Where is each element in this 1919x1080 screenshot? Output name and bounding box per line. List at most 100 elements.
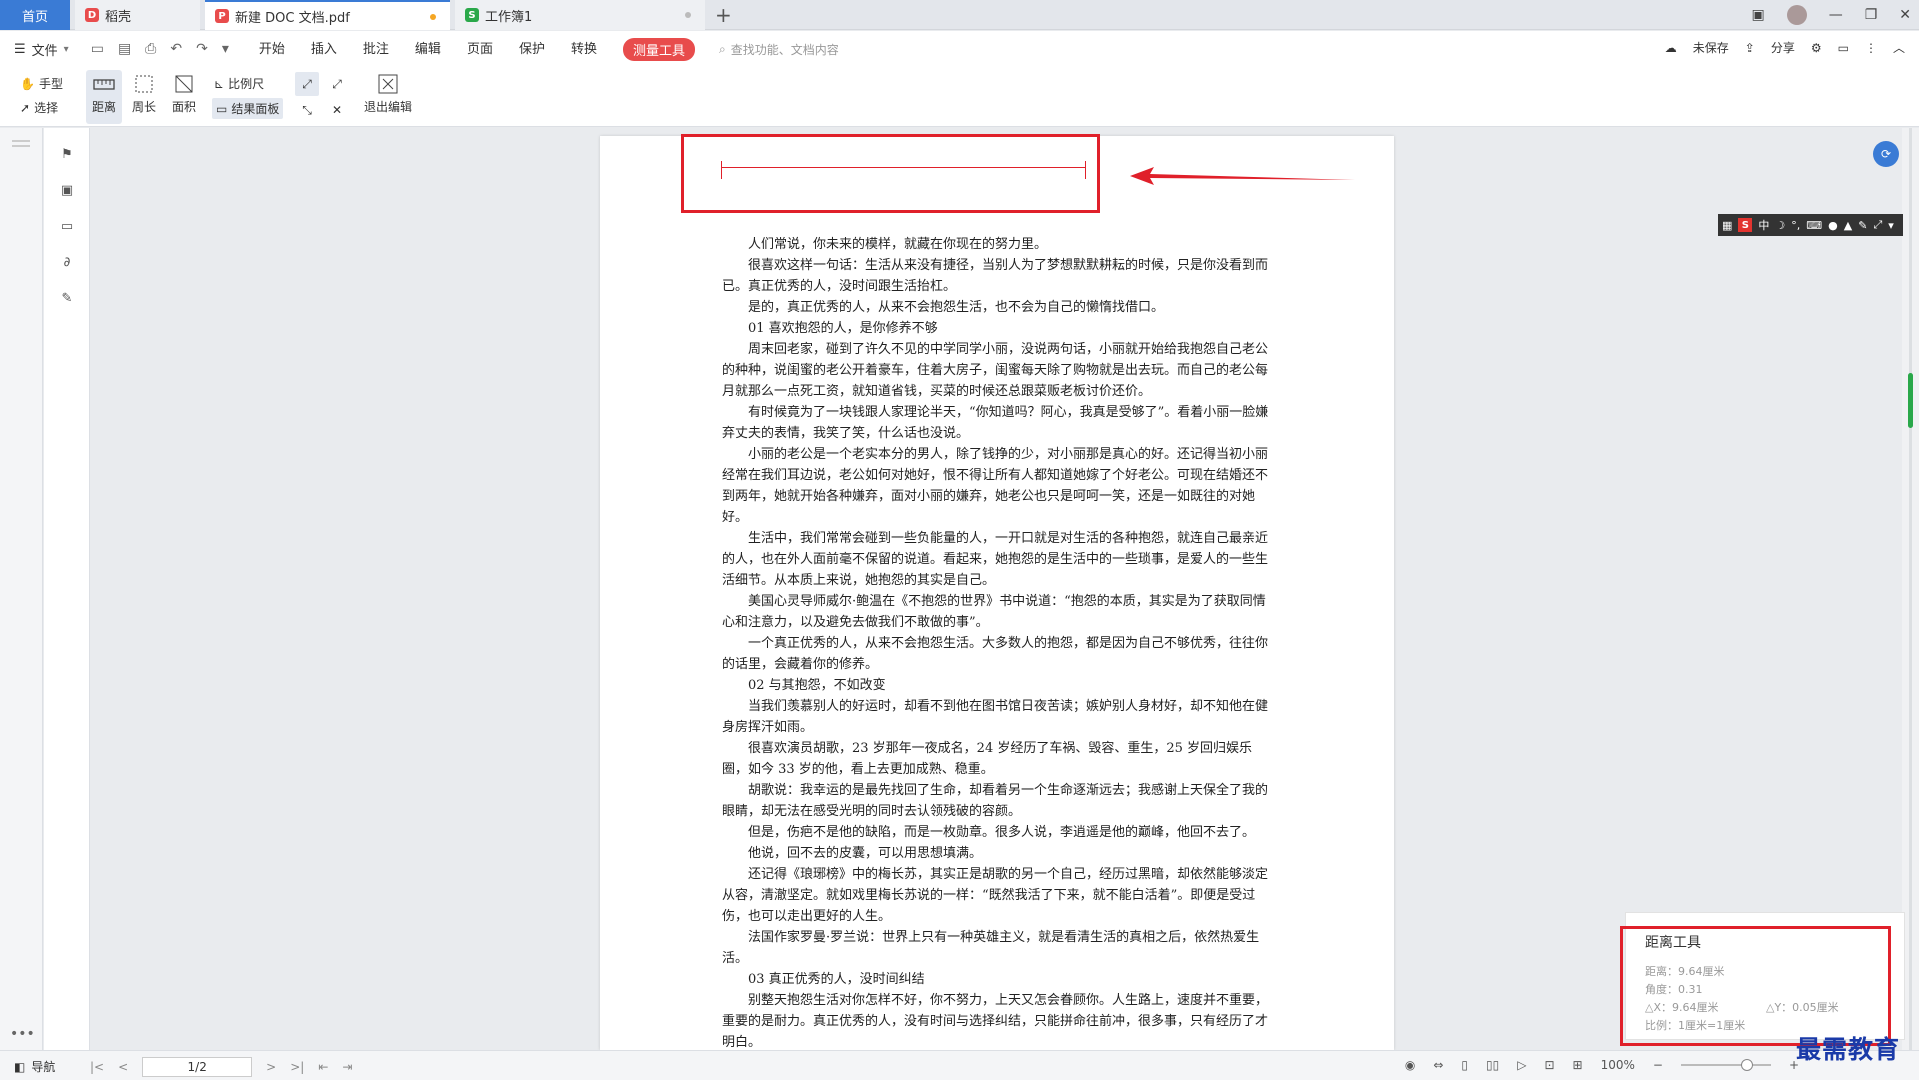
snap-intersection-button[interactable]: ✕	[325, 98, 349, 122]
search-box[interactable]: ⌕ 查找功能、文档内容	[719, 41, 839, 58]
ime-user-icon[interactable]: ●	[1828, 219, 1838, 232]
ime-punct-icon[interactable]: °,	[1791, 219, 1800, 232]
tab-pdf-document[interactable]: P 新建 DOC 文档.pdf	[205, 0, 450, 30]
comment-icon[interactable]: ▭	[57, 216, 77, 236]
restore-icon[interactable]: ❐	[1865, 7, 1878, 23]
tab-home[interactable]: 首页	[0, 0, 70, 30]
avatar[interactable]	[1786, 5, 1807, 25]
menu-start[interactable]: 开始	[259, 38, 285, 61]
menu-measure-tool[interactable]: 测量工具	[622, 37, 695, 61]
back-icon[interactable]: ⇤	[318, 1060, 328, 1074]
ime-expand-icon[interactable]: ⤢	[1873, 218, 1882, 232]
thumbnail-icon[interactable]: ▣	[57, 180, 77, 200]
signature-icon[interactable]: ✎	[57, 288, 77, 308]
unsaved-status[interactable]: 未保存	[1693, 39, 1729, 56]
more-vertical-icon[interactable]: ⋮	[1865, 41, 1877, 55]
new-tab-plus-icon[interactable]: +	[715, 3, 732, 27]
measurement-start-tick[interactable]	[721, 161, 722, 179]
floating-sync-icon[interactable]: ⟳	[1873, 141, 1899, 167]
perimeter-tool-button[interactable]: 周长	[126, 70, 162, 124]
unsaved-dot-icon	[430, 14, 436, 20]
prev-page-icon[interactable]: <	[118, 1060, 128, 1074]
fit-width-icon[interactable]: ⇔	[1433, 1058, 1443, 1072]
navigation-toggle[interactable]: ◧ 导航	[14, 1058, 55, 1075]
scale-button[interactable]: ⊾ 比例尺	[214, 75, 264, 92]
play-icon[interactable]: ▷	[1517, 1058, 1526, 1072]
menu-insert[interactable]: 插入	[311, 38, 337, 61]
measurement-end-tick[interactable]	[1085, 161, 1086, 179]
share-icon: ⇪	[1744, 40, 1755, 55]
ime-moon-icon[interactable]: ☽	[1775, 219, 1785, 232]
save-icon[interactable]: ▤	[118, 41, 131, 57]
open-folder-icon[interactable]: ▭	[91, 41, 104, 57]
share-button[interactable]: 分享	[1771, 39, 1795, 56]
exit-edit-button[interactable]: 退出编辑	[360, 70, 416, 124]
document-paragraph: 美国心灵导师威尔·鲍温在《不抱怨的世界》书中说道：“抱怨的本质，其实是为了获取同…	[722, 594, 1266, 630]
ime-keyboard-icon[interactable]: ⌨	[1806, 219, 1822, 232]
hand-tool-button[interactable]: ✋ 手型	[20, 75, 63, 92]
fit-page-icon[interactable]: ⊞	[1573, 1058, 1583, 1072]
document-paragraph: 01 喜欢抱怨的人，是你修养不够	[748, 321, 938, 336]
distance-tool-label: 距离	[91, 100, 116, 114]
redo-icon[interactable]: ↷	[196, 41, 208, 57]
tab-daoke[interactable]: D 稻壳	[75, 0, 200, 30]
ime-shirt-icon[interactable]: ▲	[1844, 219, 1852, 232]
snap-path-button[interactable]: ⤡	[295, 98, 319, 122]
tab-spreadsheet[interactable]: S 工作簿1	[455, 0, 705, 30]
scroll-thumb[interactable]	[1908, 373, 1913, 428]
document-paragraph: 有时候竟为了一块钱跟人家理论半天，“你知道吗？阿心，我真是受够了”。看着小丽一脸…	[722, 405, 1269, 441]
more-dropdown-icon[interactable]: ▾	[222, 41, 229, 57]
measurement-line[interactable]	[721, 167, 1086, 168]
menu-page[interactable]: 页面	[467, 38, 493, 61]
document-paragraph: 法国作家罗曼·罗兰说：世界上只有一种英雄主义，就是看清生活的真相之后，依然热爱生…	[722, 930, 1260, 966]
bookmark-icon[interactable]: ⚑	[57, 144, 77, 164]
actual-size-icon[interactable]: ⊡	[1544, 1058, 1554, 1072]
menu-comment[interactable]: 批注	[363, 38, 389, 61]
zoom-level[interactable]: 100%	[1601, 1058, 1635, 1072]
snap-endpoint-button[interactable]: ⤢	[295, 72, 319, 96]
area-tool-label: 面积	[171, 100, 196, 114]
next-page-icon[interactable]: >	[266, 1060, 276, 1074]
double-page-icon[interactable]: ▯▯	[1486, 1058, 1499, 1072]
tab-home-label: 首页	[21, 9, 48, 25]
close-icon[interactable]: ✕	[1899, 7, 1911, 23]
message-icon[interactable]: ▭	[1838, 41, 1849, 55]
ime-more-icon[interactable]: ▾	[1888, 219, 1894, 232]
document-paragraph: 03 真正优秀的人，没时间纠结	[748, 972, 925, 987]
more-horizontal-icon[interactable]: •••	[10, 1026, 35, 1042]
window-count-icon[interactable]: ▣	[1751, 7, 1764, 23]
result-panel-button[interactable]: ▭ 结果面板	[212, 98, 284, 119]
last-page-icon[interactable]: >|	[290, 1060, 304, 1074]
forward-icon[interactable]: ⇥	[342, 1060, 352, 1074]
undo-icon[interactable]: ↶	[170, 41, 182, 57]
menu-convert[interactable]: 转换	[571, 38, 597, 61]
collapse-handle[interactable]	[12, 140, 30, 142]
snap-midpoint-button[interactable]: ⤢	[325, 72, 349, 96]
measurement-highlight-box	[681, 134, 1100, 213]
ime-tools-icon[interactable]: ✎	[1858, 219, 1867, 232]
select-tool-button[interactable]: ➚ 选择	[20, 99, 58, 116]
document-paragraph: 胡歌说：我幸运的是最先找回了生命，却看着另一个生命逐渐远去；我感谢上天保全了我的…	[722, 783, 1269, 819]
zoom-out-icon[interactable]: −	[1653, 1058, 1663, 1072]
tab-close-dot-icon[interactable]	[685, 12, 691, 18]
file-menu[interactable]: ☰ 文件 ▾	[14, 40, 69, 59]
first-page-icon[interactable]: |<	[90, 1060, 104, 1074]
eye-protect-icon[interactable]: ◉	[1405, 1058, 1415, 1072]
print-icon[interactable]: ⎙	[145, 41, 156, 57]
ime-chinese-icon[interactable]: 中	[1758, 217, 1769, 233]
zoom-slider[interactable]	[1680, 1059, 1771, 1071]
perimeter-icon	[130, 70, 158, 98]
settings-gear-icon[interactable]: ⚙	[1811, 41, 1822, 55]
single-page-icon[interactable]: ▯	[1461, 1058, 1468, 1072]
area-tool-button[interactable]: 面积	[166, 70, 202, 124]
page-number-input[interactable]: 1/2	[142, 1057, 253, 1077]
tab-daoke-label: 稻壳	[105, 9, 132, 25]
distance-tool-button[interactable]: 距离	[86, 70, 122, 124]
minimize-icon[interactable]: —	[1829, 7, 1843, 23]
attachment-icon[interactable]: ∂	[57, 252, 77, 272]
collapse-ribbon-icon[interactable]: ︿	[1893, 39, 1905, 56]
scale-label: 比例尺	[228, 77, 265, 91]
menu-protect[interactable]: 保护	[519, 38, 545, 61]
menu-edit[interactable]: 编辑	[415, 38, 441, 61]
nav-panel-icon: ◧	[14, 1059, 26, 1074]
